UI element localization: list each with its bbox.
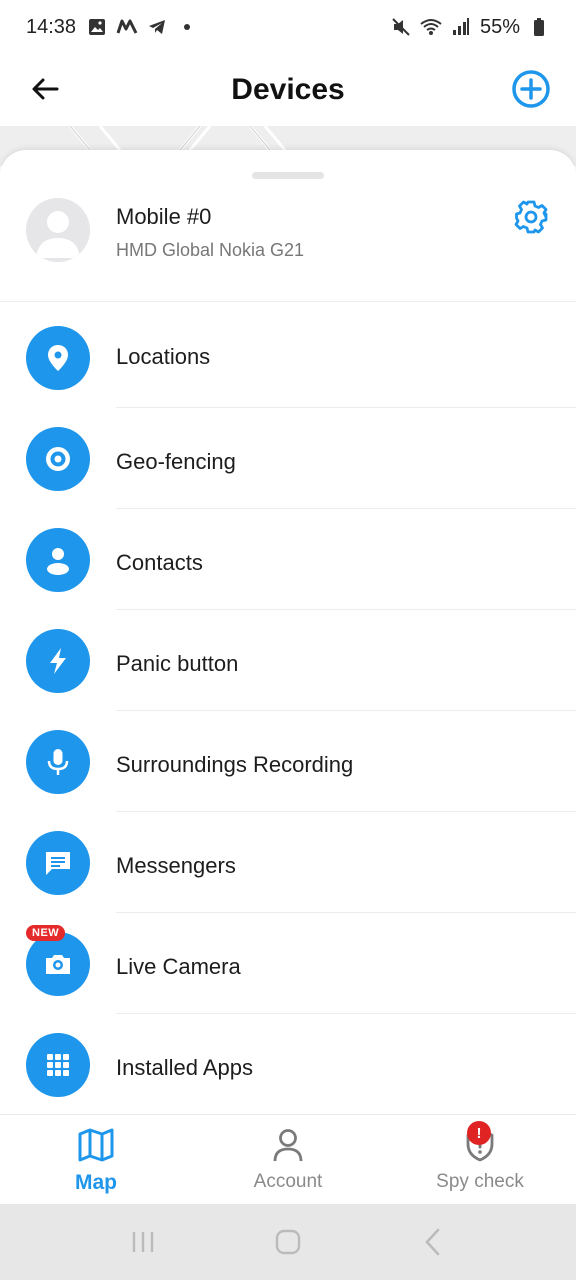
nav-map[interactable]: Map (0, 1115, 192, 1204)
menu-item-label: Locations (116, 344, 211, 369)
chevron-left-icon (425, 1228, 440, 1256)
wifi-icon (420, 16, 442, 38)
alert-badge: ! (467, 1121, 491, 1145)
menu-item-geo-fencing[interactable]: Geo-fencing (0, 408, 576, 509)
menu-item-label: Live Camera (116, 954, 241, 979)
app-header: Devices (0, 54, 576, 126)
menu-item-label: Contacts (116, 550, 203, 575)
lightning-icon (26, 629, 90, 693)
status-bar: 14:38 55% (0, 0, 576, 54)
menu-item-locations[interactable]: Locations (0, 302, 576, 408)
grid-apps-icon (26, 1033, 90, 1097)
menu-item-label: Panic button (116, 651, 239, 676)
device-row[interactable]: Mobile #0 HMD Global Nokia G21 (0, 190, 576, 302)
status-icons-left (86, 16, 198, 38)
menu-item-live-camera[interactable]: NEW Live Camera (0, 913, 576, 1014)
system-navigation-bar (0, 1204, 576, 1280)
menu-item-messengers[interactable]: Messengers (0, 812, 576, 913)
signal-icon (450, 16, 472, 38)
chat-icon (26, 831, 90, 895)
target-icon (26, 427, 90, 491)
sheet-drag-handle[interactable] (252, 172, 324, 179)
new-badge: NEW (26, 925, 66, 941)
home-button[interactable] (268, 1222, 308, 1262)
menu-item-surroundings-recording[interactable]: Surroundings Recording (0, 711, 576, 812)
recent-apps-button[interactable] (123, 1222, 163, 1262)
feature-menu: Locations Geo-fencing Contacts Panic but… (0, 302, 576, 1115)
device-sheet: Mobile #0 HMD Global Nokia G21 Locations… (0, 150, 576, 1114)
gear-icon (514, 200, 548, 234)
person-icon (26, 528, 90, 592)
battery-icon (528, 16, 550, 38)
mute-icon (390, 16, 412, 38)
device-name: Mobile #0 (116, 204, 212, 229)
camera-icon (26, 932, 90, 996)
recent-apps-icon (132, 1232, 153, 1252)
menu-item-installed-apps[interactable]: Installed Apps (0, 1014, 576, 1115)
home-icon (275, 1229, 301, 1255)
menu-item-label: Geo-fencing (116, 449, 236, 474)
map-icon (76, 1125, 116, 1165)
person-outline-icon (268, 1125, 308, 1165)
nav-label: Account (253, 1171, 323, 1192)
plus-circle-icon (512, 70, 550, 108)
battery-percent: 55% (479, 15, 520, 38)
device-settings-button[interactable] (512, 198, 550, 236)
back-button[interactable] (28, 72, 62, 106)
image-icon (86, 16, 108, 38)
maps-icon (116, 16, 138, 38)
menu-item-contacts[interactable]: Contacts (0, 509, 576, 610)
telegram-icon (146, 16, 168, 38)
menu-item-label: Surroundings Recording (116, 752, 354, 777)
nav-label: Spy check (436, 1171, 524, 1192)
add-device-button[interactable] (510, 68, 552, 110)
menu-item-label: Messengers (116, 853, 236, 878)
system-back-button[interactable] (413, 1222, 453, 1262)
nav-account[interactable]: Account (192, 1115, 384, 1204)
menu-item-label: Installed Apps (116, 1055, 253, 1080)
dot-icon (176, 16, 198, 38)
status-icons-right: 55% (390, 16, 550, 39)
device-model: HMD Global Nokia G21 (116, 240, 305, 260)
bottom-navigation: Map Account ! Spy check (0, 1114, 576, 1204)
arrow-left-icon (32, 78, 59, 100)
page-title: Devices (231, 73, 345, 106)
nav-spy-check[interactable]: ! Spy check (384, 1115, 576, 1204)
microphone-icon (26, 730, 90, 794)
location-pin-icon (26, 326, 90, 390)
nav-label: Map (75, 1171, 117, 1194)
menu-item-panic-button[interactable]: Panic button (0, 610, 576, 711)
avatar (26, 198, 90, 262)
status-time: 14:38 (26, 15, 77, 38)
